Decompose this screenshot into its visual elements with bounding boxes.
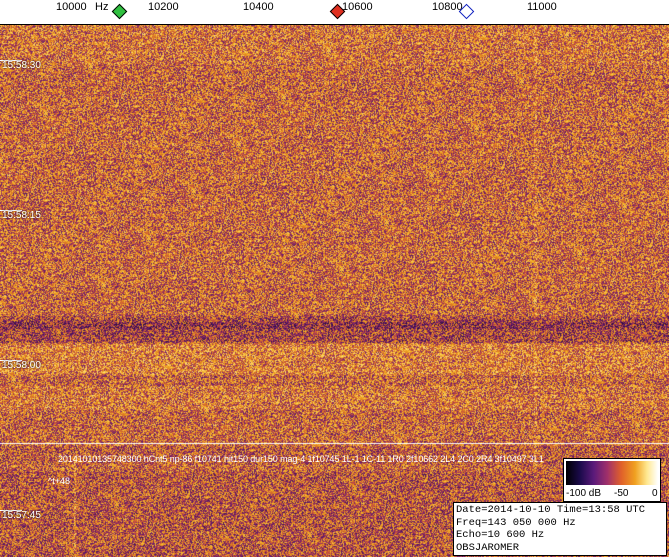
ruler-tick-label: 10200 [148, 1, 179, 13]
timestamp-label: 15:58:30 [2, 60, 41, 71]
timestamp-label: 15:57:45 [2, 510, 41, 521]
echo-offset-note: ^t+48 [48, 476, 70, 486]
ruler-tick-label: 10000 [56, 1, 87, 13]
ruler-unit-label: Hz [95, 1, 109, 13]
frequency-ruler: 10000 Hz 10200 10400 10600 10800 11000 [0, 0, 669, 25]
ruler-tick-label: 10400 [243, 1, 274, 13]
color-scale-bar [566, 461, 658, 485]
scale-mid-label: -50 [614, 488, 629, 499]
timestamp-label: 15:58:00 [2, 360, 41, 371]
ruler-tick-label: 11000 [527, 1, 557, 13]
green-marker-icon[interactable] [111, 3, 128, 20]
info-date-time: Date=2014-10-10 Time=13:58 UTC [456, 504, 646, 516]
ruler-tick-label: 10600 [342, 1, 373, 13]
info-observer: OBSJAROMER [456, 541, 520, 554]
scale-max-label: 0 [652, 488, 658, 499]
detection-text: 20141010135748300 hCnt5 np-86 f10741 hit… [58, 454, 544, 464]
color-scale-legend: -100 dB -50 0 [563, 458, 661, 502]
timestamp-label: 15:58:15 [2, 210, 41, 221]
observation-info-box: Date=2014-10-10 Time=13:58 UTC Freq=143 … [453, 502, 667, 556]
info-echo: Echo=10 600 Hz [456, 529, 545, 541]
scale-min-label: -100 dB [566, 488, 602, 499]
info-frequency: Freq=143 050 000 Hz [456, 516, 576, 529]
